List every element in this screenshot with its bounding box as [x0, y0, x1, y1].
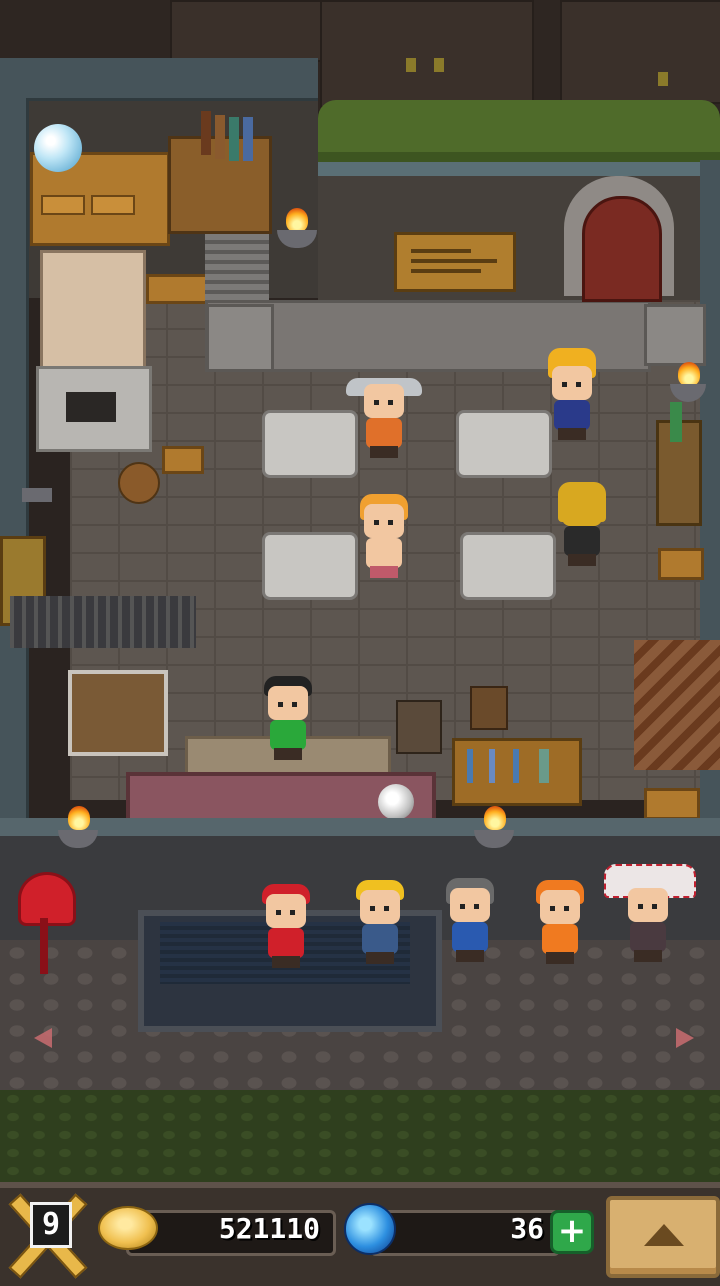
- bookshelf[interactable]: [168, 111, 272, 234]
- weapon-rack[interactable]: [396, 700, 442, 754]
- notice-line: [411, 259, 497, 263]
- top-stone-wall: [26, 58, 318, 101]
- torch-flame-icon: [286, 208, 308, 232]
- torch-flame-icon: [678, 362, 700, 386]
- shopkeeper[interactable]: [258, 676, 318, 760]
- gem-amount: 36: [510, 1212, 544, 1245]
- customer-gold-knight[interactable]: [552, 482, 612, 566]
- scroll-right-arrow-icon[interactable]: [676, 1028, 694, 1048]
- book: [229, 117, 239, 161]
- desk-drawer: [41, 195, 85, 215]
- forge-station[interactable]: [456, 410, 552, 478]
- blue-gem-icon: [344, 1203, 396, 1255]
- interior-stairs: [205, 234, 269, 304]
- stone-pillar: [644, 304, 706, 366]
- crystal-ball[interactable]: [34, 124, 82, 172]
- building-window: [658, 72, 668, 86]
- forge-station[interactable]: [262, 410, 358, 478]
- torch-flame-icon: [484, 806, 506, 830]
- player-level: 9: [30, 1202, 72, 1248]
- background-building: [170, 0, 324, 62]
- dagger-icon: [467, 749, 473, 783]
- kitchen-cabinet[interactable]: [40, 250, 146, 372]
- book: [215, 115, 225, 159]
- building-window: [406, 58, 416, 72]
- background-building: [320, 0, 534, 108]
- forge-station[interactable]: [262, 532, 358, 600]
- notice-line: [411, 249, 471, 253]
- background-building: [560, 0, 720, 104]
- service-bell[interactable]: [378, 784, 414, 820]
- mailbox-post: [40, 918, 48, 974]
- right-staircase: [634, 640, 720, 770]
- grass-strip: [0, 1090, 720, 1182]
- red-door[interactable]: [582, 196, 662, 302]
- weapon-display-table[interactable]: [452, 738, 582, 806]
- notice-line: [411, 269, 481, 273]
- customer-feather-headdress[interactable]: [604, 864, 696, 962]
- book: [201, 111, 211, 155]
- scroll-left-arrow-icon[interactable]: [34, 1028, 52, 1048]
- small-basket: [644, 788, 700, 820]
- building-window: [434, 58, 444, 72]
- player-level-badge[interactable]: 9: [6, 1192, 90, 1279]
- railing: [10, 596, 196, 648]
- customer-spiky-ninja[interactable]: [542, 348, 602, 440]
- customer-blond-mask[interactable]: [350, 880, 410, 964]
- dagger-icon: [489, 749, 495, 783]
- torch-flame-icon: [68, 806, 90, 830]
- customer-grey-hair[interactable]: [440, 878, 500, 962]
- pinecone-decoration: [118, 462, 160, 504]
- gold-coin-icon: [98, 1206, 158, 1250]
- add-gems-button[interactable]: +: [550, 1210, 594, 1254]
- storage-box: [470, 686, 508, 730]
- sword-icon: [513, 749, 519, 783]
- treasure-chest[interactable]: [68, 670, 168, 756]
- stone-pillar: [206, 304, 274, 372]
- customer-goggles[interactable]: [530, 880, 590, 964]
- triangle-up-icon: [644, 1224, 684, 1246]
- stool: [658, 548, 704, 580]
- forge-station[interactable]: [460, 532, 556, 600]
- potion-bottle-icon: [670, 402, 682, 442]
- worker-barbarian[interactable]: [354, 494, 414, 578]
- stool: [162, 446, 204, 474]
- oven-opening: [66, 392, 116, 422]
- worker-chef[interactable]: [346, 374, 422, 458]
- gold-amount: 521110: [218, 1212, 320, 1245]
- notice-board[interactable]: [394, 232, 516, 292]
- menu-expand-button[interactable]: [606, 1196, 720, 1278]
- scythe-icon: [539, 749, 549, 783]
- hedge-bushes: [318, 100, 720, 162]
- desk-drawer: [91, 195, 135, 215]
- crossbow-icon: [22, 488, 52, 502]
- book: [243, 117, 253, 161]
- customer-red-cap[interactable]: [256, 884, 316, 968]
